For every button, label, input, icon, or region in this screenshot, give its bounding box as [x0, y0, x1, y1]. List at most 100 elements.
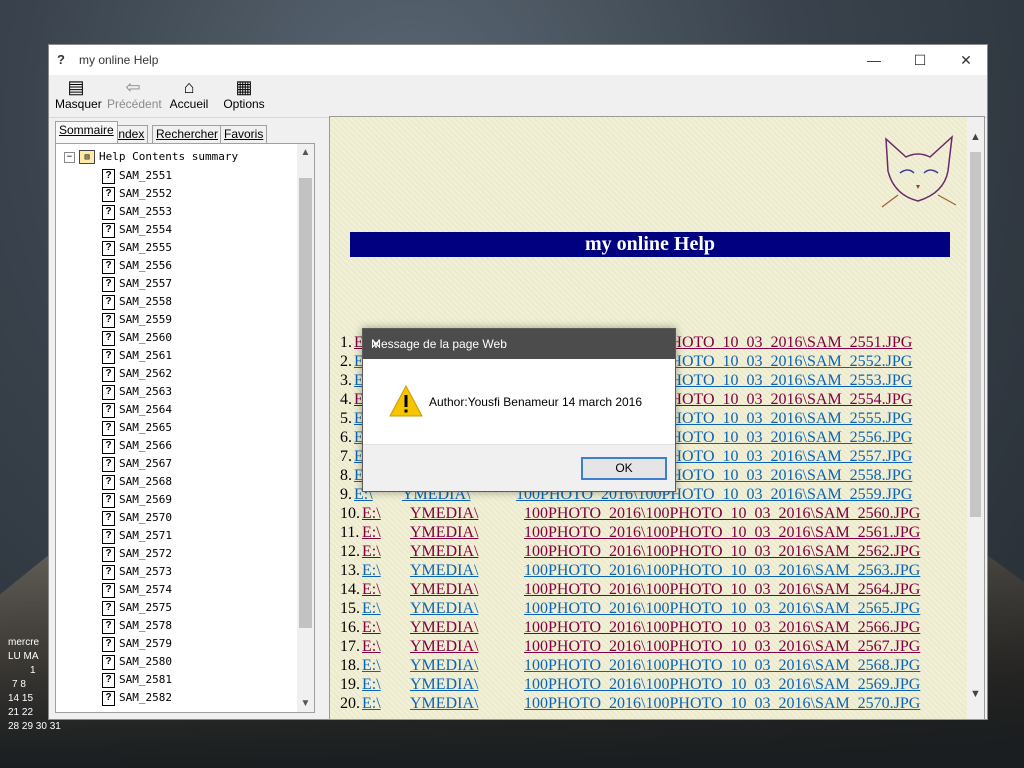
home-button[interactable]: ⌂ Accueil: [169, 77, 209, 115]
content-scrollbar[interactable]: ▲ ▼: [967, 117, 984, 719]
photo-link-path[interactable]: 100PHOTO_2016\100PHOTO_10_03_2016\SAM_25…: [524, 656, 920, 675]
tree-item[interactable]: ? SAM_2568: [102, 474, 172, 490]
photo-link-drive[interactable]: E:\: [362, 675, 381, 694]
photo-link-path[interactable]: 100PHOTO_2016\100PHOTO_10_03_2016\SAM_25…: [524, 504, 920, 523]
tree-item[interactable]: ? SAM_2581: [102, 672, 172, 688]
tree-item[interactable]: ? SAM_2573: [102, 564, 172, 580]
back-button[interactable]: ⇦ Précédent: [107, 77, 162, 115]
tree-scrollbar[interactable]: ▲ ▼: [297, 144, 314, 712]
photo-link-media[interactable]: YMEDIA\: [410, 523, 478, 542]
photo-link-path[interactable]: 100PHOTO_2016\100PHOTO_10_03_2016\SAM_25…: [524, 694, 920, 713]
photo-link-media[interactable]: YMEDIA\: [410, 656, 478, 675]
scroll-thumb[interactable]: [970, 152, 981, 517]
photo-link-media[interactable]: YMEDIA\: [410, 504, 478, 523]
photo-link-path[interactable]: 100PHOTO_2016\100PHOTO_10_03_2016\SAM_25…: [524, 542, 920, 561]
photo-link-media[interactable]: YMEDIA\: [410, 599, 478, 618]
photo-link-drive[interactable]: E:\: [362, 523, 381, 542]
tree-item[interactable]: ? SAM_2561: [102, 348, 172, 364]
close-button[interactable]: ✕: [943, 45, 989, 75]
photo-link-path[interactable]: 100PHOTO_2016\100PHOTO_10_03_2016\SAM_25…: [524, 618, 920, 637]
tree-item[interactable]: ? SAM_2552: [102, 186, 172, 202]
dialog-title-bar[interactable]: Message de la page Web ✕: [363, 329, 675, 359]
photo-link-media[interactable]: YMEDIA\: [410, 580, 478, 599]
tab-sommaire[interactable]: Sommaire: [55, 121, 118, 143]
photo-link-drive[interactable]: E:\: [362, 694, 381, 713]
help-page-icon: ?: [102, 438, 115, 454]
tree-item[interactable]: ? SAM_2570: [102, 510, 172, 526]
photo-link-drive[interactable]: E:\: [362, 580, 381, 599]
scroll-down-icon[interactable]: ▼: [967, 686, 984, 703]
photo-link-path[interactable]: 100PHOTO_2016\100PHOTO_10_03_2016\SAM_25…: [524, 561, 920, 580]
options-button[interactable]: ▦ Options: [223, 77, 265, 115]
tree-item[interactable]: ? SAM_2572: [102, 546, 172, 562]
page-banner: my online Help: [350, 232, 950, 257]
tree-item[interactable]: ? SAM_2553: [102, 204, 172, 220]
dialog-close-button[interactable]: ✕: [371, 337, 667, 351]
photo-link-drive[interactable]: E:\: [362, 618, 381, 637]
maximize-button[interactable]: ☐: [897, 45, 943, 75]
photo-link-media[interactable]: YMEDIA\: [410, 542, 478, 561]
help-page-icon: ?: [102, 510, 115, 526]
house-icon: ⌂: [183, 77, 195, 97]
tree-item[interactable]: ? SAM_2566: [102, 438, 172, 454]
tree-item[interactable]: ? SAM_2567: [102, 456, 172, 472]
ok-button[interactable]: OK: [581, 457, 667, 480]
scroll-down-icon[interactable]: ▼: [297, 695, 314, 712]
dialog-message: Author:Yousfi Benameur 14 march 2016: [429, 395, 643, 409]
photo-link-drive[interactable]: E:\: [362, 656, 381, 675]
tree-item[interactable]: ? SAM_2556: [102, 258, 172, 274]
tree-item[interactable]: ? SAM_2571: [102, 528, 172, 544]
tree-item[interactable]: ? SAM_2554: [102, 222, 172, 238]
help-page-icon: ?: [102, 582, 115, 598]
photo-link-drive[interactable]: E:\: [362, 504, 381, 523]
tree-item[interactable]: ? SAM_2557: [102, 276, 172, 292]
tree-item[interactable]: ? SAM_2580: [102, 654, 172, 670]
photo-link-path[interactable]: 100PHOTO_2016\100PHOTO_10_03_2016\SAM_25…: [524, 637, 920, 656]
help-page-icon: ?: [102, 348, 115, 364]
tab-rechercher[interactable]: Rechercher: [152, 125, 223, 143]
photo-link-row: 12. E:\ YMEDIA\ 100PHOTO_2016\100PHOTO_10_0…: [340, 542, 940, 561]
help-page-icon: ?: [102, 384, 115, 400]
photo-link-row: 11. E:\ YMEDIA\ 100PHOTO_2016\100PHOTO_10_0…: [340, 523, 940, 542]
photo-link-media[interactable]: YMEDIA\: [410, 694, 478, 713]
tree-item[interactable]: ? SAM_2579: [102, 636, 172, 652]
tree-item[interactable]: ? SAM_2564: [102, 402, 172, 418]
photo-link-path[interactable]: 100PHOTO_2016\100PHOTO_10_03_2016\SAM_25…: [524, 580, 920, 599]
hide-button[interactable]: ▤ Masquer: [55, 77, 102, 115]
tree-item[interactable]: ? SAM_2551: [102, 168, 172, 184]
photo-link-media[interactable]: YMEDIA\: [410, 618, 478, 637]
photo-link-path[interactable]: 100PHOTO_2016\100PHOTO_10_03_2016\SAM_25…: [524, 599, 920, 618]
tree-item[interactable]: ? SAM_2565: [102, 420, 172, 436]
help-page-icon: ?: [102, 474, 115, 490]
tab-favoris[interactable]: Favoris: [220, 125, 268, 143]
title-bar[interactable]: ? my online Help — ☐ ✕: [49, 45, 987, 75]
collapse-icon[interactable]: −: [64, 151, 75, 163]
scroll-up-icon[interactable]: ▲: [967, 129, 984, 146]
scroll-thumb[interactable]: [299, 178, 312, 628]
tree-item[interactable]: ? SAM_2559: [102, 312, 172, 328]
tree-item[interactable]: ? SAM_2560: [102, 330, 172, 346]
photo-link-drive[interactable]: E:\: [362, 561, 381, 580]
tree-item[interactable]: ? SAM_2563: [102, 384, 172, 400]
tree-item[interactable]: ? SAM_2555: [102, 240, 172, 256]
photo-link-path[interactable]: 100PHOTO_2016\100PHOTO_10_03_2016\SAM_25…: [524, 523, 920, 542]
calendar-row: 1: [30, 665, 36, 676]
photo-link-drive[interactable]: E:\: [362, 542, 381, 561]
photo-link-media[interactable]: YMEDIA\: [410, 637, 478, 656]
photo-link-media[interactable]: YMEDIA\: [410, 675, 478, 694]
tree-item[interactable]: ? SAM_2558: [102, 294, 172, 310]
photo-link-drive[interactable]: E:\: [362, 599, 381, 618]
tree-item[interactable]: ? SAM_2575: [102, 600, 172, 616]
toolbar: ▤ Masquer ⇦ Précédent ⌂ Accueil ▦ Option…: [49, 75, 987, 118]
scroll-up-icon[interactable]: ▲: [297, 144, 314, 161]
photo-link-drive[interactable]: E:\: [362, 637, 381, 656]
tree-item[interactable]: ? SAM_2569: [102, 492, 172, 508]
tree-item[interactable]: ? SAM_2562: [102, 366, 172, 382]
minimize-button[interactable]: —: [851, 45, 897, 75]
tree-item[interactable]: ? SAM_2574: [102, 582, 172, 598]
photo-link-media[interactable]: YMEDIA\: [410, 561, 478, 580]
tree-root[interactable]: − ▥ Help Contents summary: [64, 150, 238, 164]
tree-item[interactable]: ? SAM_2582: [102, 690, 172, 706]
photo-link-path[interactable]: 100PHOTO_2016\100PHOTO_10_03_2016\SAM_25…: [524, 675, 920, 694]
tree-item[interactable]: ? SAM_2578: [102, 618, 172, 634]
